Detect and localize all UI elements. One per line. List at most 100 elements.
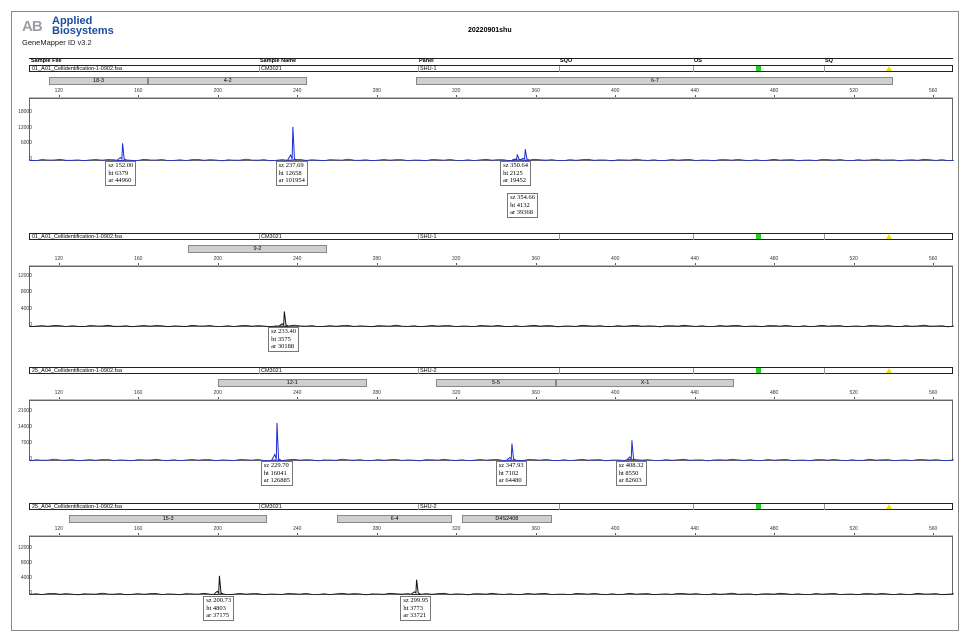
allele-bin[interactable]: 12-1 (217, 379, 367, 387)
x-tick-label: 560 (928, 256, 938, 262)
y-tick-label: 12000 (18, 124, 32, 131)
y-tick-label: 12000 (18, 544, 32, 551)
x-tick-label: 400 (611, 256, 620, 262)
allele-bin[interactable]: 5-5 (436, 379, 556, 387)
peak-mark[interactable] (287, 126, 297, 161)
sample-name: CM3021 (261, 504, 282, 510)
trace-svg (30, 311, 954, 328)
x-tick-label: 160 (134, 526, 143, 532)
peak-mark[interactable] (271, 423, 281, 461)
peak-mark[interactable] (626, 440, 636, 461)
peak-mark[interactable] (411, 579, 421, 595)
x-tick-label: 440 (690, 88, 699, 94)
panel-name: SHU-1 (420, 66, 437, 72)
y-tick-label: 8000 (20, 289, 32, 296)
allele-bin[interactable]: 4-2 (148, 77, 308, 85)
x-tick-label: 480 (769, 390, 779, 396)
x-tick-label: 440 (690, 526, 699, 532)
peak-label[interactable]: sz 229.70 ht 16041 ar 126885 (260, 461, 293, 486)
allele-bin[interactable]: 6-4 (337, 515, 453, 523)
x-tick-label: 520 (849, 390, 858, 396)
x-tick-label: 240 (293, 526, 302, 532)
sample-file-name: 25_A04_Cellidentification-1-0902.fsa (32, 504, 122, 510)
column-divider (824, 66, 825, 72)
column-divider (418, 368, 419, 374)
peak-label[interactable]: sz 233.40 ht 3575 ar 30188 (268, 327, 300, 352)
x-tick-label: 360 (531, 526, 540, 532)
x-tick-label: 160 (134, 256, 143, 262)
os-status-green (756, 66, 761, 71)
x-tick-label: 160 (134, 390, 143, 396)
y-tick-label: 8000 (20, 559, 32, 566)
x-tick-label: 120 (54, 390, 63, 396)
x-tick-label: 560 (928, 526, 938, 532)
trace-svg (30, 575, 954, 596)
sample-row[interactable]: 25_A04_Cellidentification-1-0902.fsa CM30… (29, 367, 953, 374)
x-tick-label: 520 (849, 88, 858, 94)
x-tick-label: 440 (690, 256, 699, 262)
allele-bin[interactable]: 15-3 (68, 515, 268, 523)
col-panel: Panel (419, 58, 434, 64)
allele-bin[interactable]: 9-2 (187, 245, 328, 253)
allele-bin[interactable]: X-1 (555, 379, 735, 387)
sample-row[interactable]: 01_A01_Cellidentification-1-0902.fsa CM30… (29, 233, 953, 240)
peak-label[interactable]: sz 152.00 ht 6379 ar 44960 (105, 161, 137, 186)
baseline-trace (30, 592, 954, 596)
electropherogram-plot[interactable] (29, 536, 954, 596)
col-sq: SQ (825, 58, 833, 64)
peak-label[interactable]: sz 200.73 ht 4803 ar 37175 (203, 596, 235, 621)
peak-mark[interactable] (117, 143, 127, 161)
x-tick-label: 160 (134, 88, 143, 94)
x-tick-label: 200 (213, 390, 222, 396)
sample-row[interactable]: 25_A04_Cellidentification-1-0902.fsa CM30… (29, 503, 953, 510)
sq-status-warning (886, 234, 892, 239)
electropherogram-plot[interactable] (29, 400, 954, 462)
column-divider (824, 368, 825, 374)
y-tick-label: 4000 (20, 574, 32, 581)
peak-mark[interactable] (519, 149, 530, 161)
baseline-trace (30, 324, 954, 328)
column-divider (259, 368, 260, 374)
peak-label[interactable]: sz 299.95 ht 3773 ar 33721 (400, 596, 432, 621)
column-divider (559, 234, 560, 240)
sample-row[interactable]: 01_A01_Cellidentification-1-0902.fsa CM30… (29, 65, 953, 72)
y-tick-label: 21000 (18, 407, 32, 414)
peak-label[interactable]: sz 350.64 ht 2125 ar 19452 (500, 161, 532, 186)
peak-label[interactable]: sz 408.32 ht 8550 ar 82603 (615, 461, 647, 486)
ab-logo-mark: AB (22, 18, 43, 35)
x-tick-label: 480 (769, 88, 779, 94)
column-divider (824, 504, 825, 510)
panel-name: SHU-2 (420, 504, 437, 510)
peak-mark[interactable] (278, 311, 289, 327)
electropherogram-plot[interactable] (29, 98, 954, 162)
peak-mark[interactable] (506, 443, 516, 461)
baseline-trace (30, 158, 954, 162)
peak-label[interactable]: sz 237.69 ht 12658 ar 101954 (275, 161, 308, 186)
trace-svg (30, 423, 954, 462)
run-title: 20220901shu (468, 27, 512, 34)
col-sample-name: Sample Name (260, 58, 297, 64)
y-tick-label: 14000 (18, 423, 32, 430)
baseline-trace (30, 458, 954, 462)
y-tick-label: 0 (29, 456, 32, 462)
x-tick-label: 200 (213, 526, 222, 532)
peak-label[interactable]: sz 347.93 ht 7102 ar 64480 (495, 461, 527, 486)
x-tick-label: 200 (213, 256, 222, 262)
allele-bin[interactable]: D4S2408 (462, 515, 552, 523)
y-tick-label: 4000 (20, 305, 32, 312)
allele-bin[interactable]: 18-3 (48, 77, 149, 85)
x-tick-label: 120 (54, 88, 63, 94)
sq-status-warning (886, 368, 892, 373)
x-tick-label: 480 (769, 526, 779, 532)
y-tick-label: 0 (29, 322, 32, 328)
peak-mark[interactable] (213, 575, 224, 595)
y-tick-label: 6000 (20, 140, 32, 147)
peak-label[interactable]: sz 354.66 ht 4132 ar 39368 (507, 193, 539, 218)
allele-bin[interactable]: 6-7 (416, 77, 894, 85)
peak-mark[interactable] (511, 154, 522, 161)
os-status-green (756, 504, 761, 509)
electropherogram-plot[interactable] (29, 266, 954, 328)
sample-name: CM3021 (261, 368, 282, 374)
x-tick-label: 240 (293, 88, 302, 94)
sample-file-name: 01_A01_Cellidentification-1-0902.fsa (32, 234, 122, 240)
